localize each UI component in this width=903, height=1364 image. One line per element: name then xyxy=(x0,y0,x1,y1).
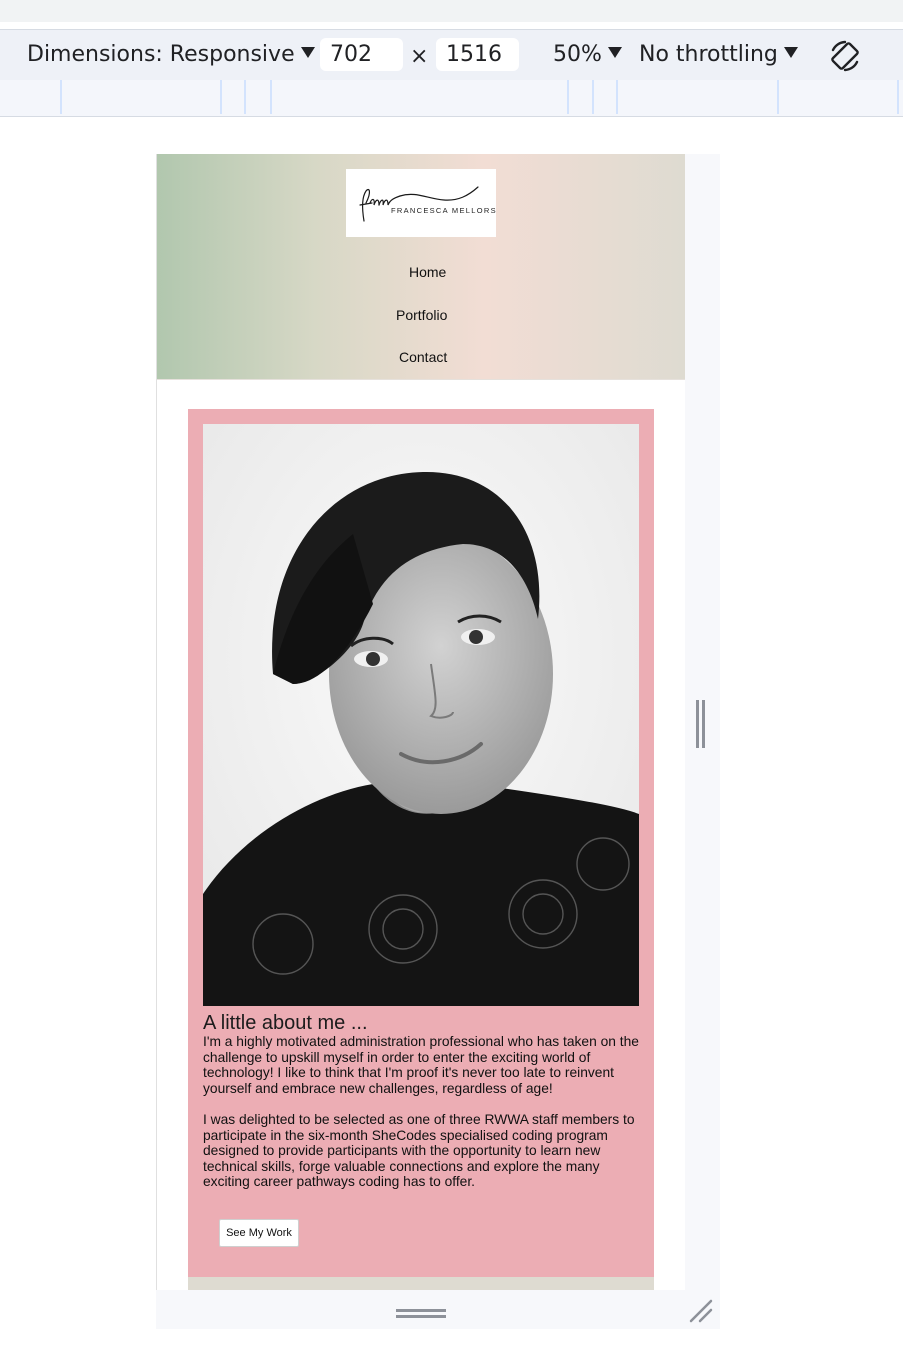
ruler-marker xyxy=(244,80,246,114)
side-resize-handle[interactable] xyxy=(696,700,708,748)
corner-resize-icon[interactable] xyxy=(688,1298,714,1324)
site-header: FRANCESCA MELLORS Home Portfolio Contact xyxy=(157,154,685,380)
device-toolbar: Dimensions: Responsive 702 × 1516 50% No… xyxy=(0,29,903,80)
portrait-image xyxy=(203,424,639,1006)
throttling-dropdown[interactable]: No throttling xyxy=(639,41,798,69)
about-paragraph: I was delighted to be selected as one of… xyxy=(203,1112,635,1189)
ruler-marker xyxy=(616,80,618,114)
height-input[interactable]: 1516 xyxy=(436,38,519,71)
ruler-marker xyxy=(897,80,899,114)
dimensions-caret-icon xyxy=(300,47,315,58)
zoom-caret-icon xyxy=(607,47,622,58)
see-my-work-button[interactable]: See My Work xyxy=(219,1219,299,1247)
browser-top-strip xyxy=(0,0,903,22)
ruler-marker xyxy=(777,80,779,114)
rotate-icon[interactable] xyxy=(826,38,864,74)
zoom-dropdown[interactable]: 50% xyxy=(553,41,622,69)
site-logo[interactable]: FRANCESCA MELLORS xyxy=(346,169,496,237)
nav-link-portfolio[interactable]: Portfolio xyxy=(396,307,447,323)
dimensions-label: Dimensions: Responsive xyxy=(27,42,295,67)
logo-name: FRANCESCA MELLORS xyxy=(391,206,497,215)
nav-link-home[interactable]: Home xyxy=(409,264,446,280)
next-section-edge xyxy=(188,1277,654,1290)
about-title: A little about me ... xyxy=(203,1012,368,1034)
page-viewport[interactable]: FRANCESCA MELLORS Home Portfolio Contact xyxy=(156,154,685,1290)
throttling-caret-icon xyxy=(783,47,798,58)
ruler-marker xyxy=(270,80,272,114)
zoom-label: 50% xyxy=(553,42,602,67)
ruler-marker xyxy=(592,80,594,114)
dimensions-dropdown[interactable]: Dimensions: Responsive xyxy=(27,41,315,69)
signature-logo-icon xyxy=(359,186,479,222)
nav-link-contact[interactable]: Contact xyxy=(399,349,447,365)
ruler-marker xyxy=(567,80,569,114)
ruler-marker xyxy=(60,80,62,114)
media-query-ruler xyxy=(0,80,903,117)
about-card: A little about me ... I'm a highly motiv… xyxy=(188,409,654,1277)
throttling-label: No throttling xyxy=(639,42,778,67)
about-paragraph: I'm a highly motivated administration pr… xyxy=(203,1034,639,1096)
dimensions-times-symbol: × xyxy=(410,44,429,69)
ruler-marker xyxy=(220,80,222,114)
width-input[interactable]: 702 xyxy=(320,38,403,71)
bottom-resize-handle[interactable] xyxy=(396,1309,446,1318)
profile-photo xyxy=(203,424,639,1006)
